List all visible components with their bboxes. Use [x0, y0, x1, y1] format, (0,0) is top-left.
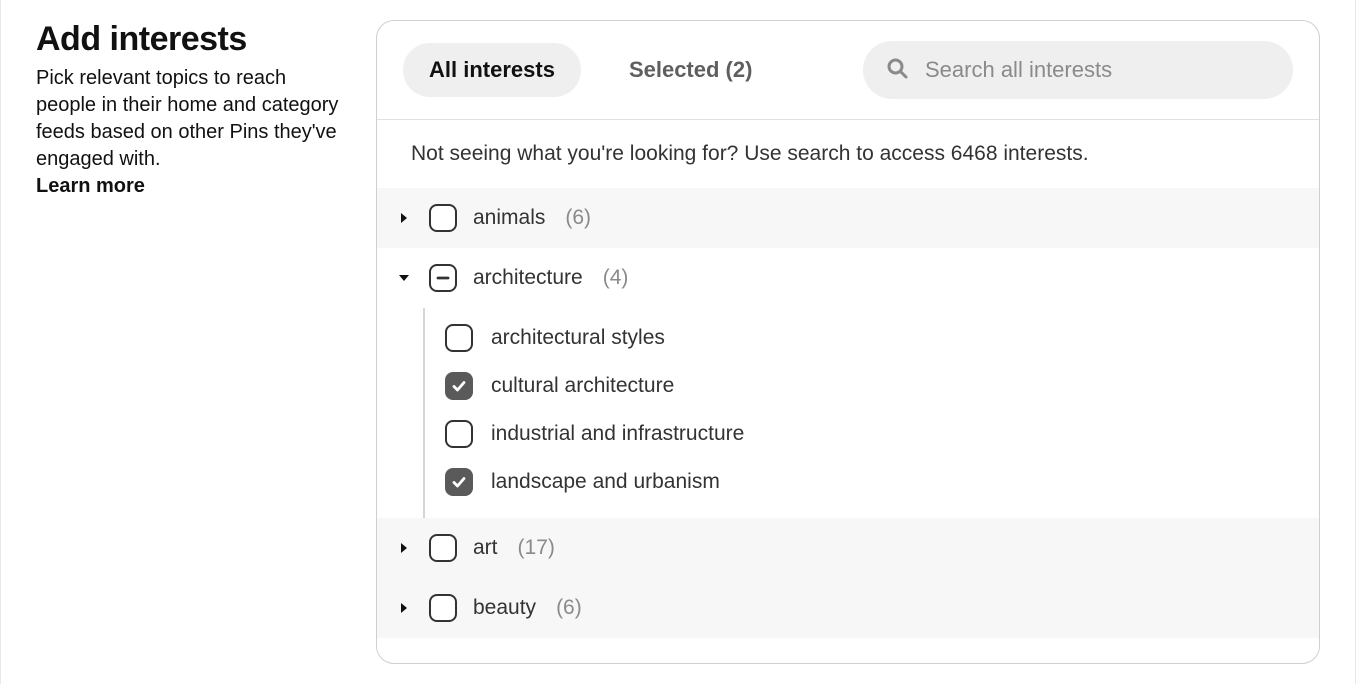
- category-count: (6): [565, 206, 591, 230]
- category-count: (6): [556, 596, 582, 620]
- subcategory-label: architectural styles: [491, 326, 665, 350]
- category-count: (4): [603, 266, 629, 290]
- subcategory-checkbox[interactable]: [445, 420, 473, 448]
- search-icon: [885, 56, 909, 85]
- expand-arrow-icon[interactable]: [395, 542, 413, 554]
- expand-arrow-icon[interactable]: [395, 272, 413, 284]
- subcategory-checkbox[interactable]: [445, 324, 473, 352]
- category-label: beauty: [473, 596, 536, 620]
- category-checkbox[interactable]: [429, 594, 457, 622]
- category-label: architecture: [473, 266, 583, 290]
- search-box[interactable]: [863, 41, 1293, 99]
- category-label: art: [473, 536, 498, 560]
- expand-arrow-icon[interactable]: [395, 602, 413, 614]
- search-hint: Not seeing what you're looking for? Use …: [377, 120, 1319, 188]
- category-row: architecture (4): [377, 248, 1319, 308]
- category-children: architectural styles cultural architectur…: [423, 308, 1319, 518]
- subcategory-row: cultural architecture: [425, 362, 1319, 410]
- tab-all-interests[interactable]: All interests: [403, 43, 581, 97]
- category-checkbox[interactable]: [429, 264, 457, 292]
- expand-arrow-icon[interactable]: [395, 212, 413, 224]
- category-checkbox[interactable]: [429, 204, 457, 232]
- interests-panel: All interests Selected (2) Not seeing wh…: [376, 20, 1320, 664]
- learn-more-link[interactable]: Learn more: [36, 175, 145, 198]
- subcategory-row: landscape and urbanism: [425, 458, 1319, 506]
- subcategory-row: architectural styles: [425, 314, 1319, 362]
- subcategory-checkbox[interactable]: [445, 468, 473, 496]
- subcategory-label: cultural architecture: [491, 374, 674, 398]
- subcategory-row: industrial and infrastructure: [425, 410, 1319, 458]
- subcategory-checkbox[interactable]: [445, 372, 473, 400]
- interest-tree: animals (6) architecture (4) architectural s…: [377, 188, 1319, 638]
- category-row: art (17): [377, 518, 1319, 578]
- sidebar: Add interests Pick relevant topics to re…: [36, 20, 356, 664]
- category-row: animals (6): [377, 188, 1319, 248]
- panel-header: All interests Selected (2): [377, 21, 1319, 119]
- page-description: Pick relevant topics to reach people in …: [36, 65, 346, 173]
- page-title: Add interests: [36, 20, 346, 59]
- subcategory-label: landscape and urbanism: [491, 470, 720, 494]
- category-row: beauty (6): [377, 578, 1319, 638]
- category-count: (17): [518, 536, 555, 560]
- category-label: animals: [473, 206, 545, 230]
- category-checkbox[interactable]: [429, 534, 457, 562]
- tab-selected[interactable]: Selected (2): [603, 43, 779, 97]
- subcategory-label: industrial and infrastructure: [491, 422, 744, 446]
- search-input[interactable]: [925, 57, 1271, 83]
